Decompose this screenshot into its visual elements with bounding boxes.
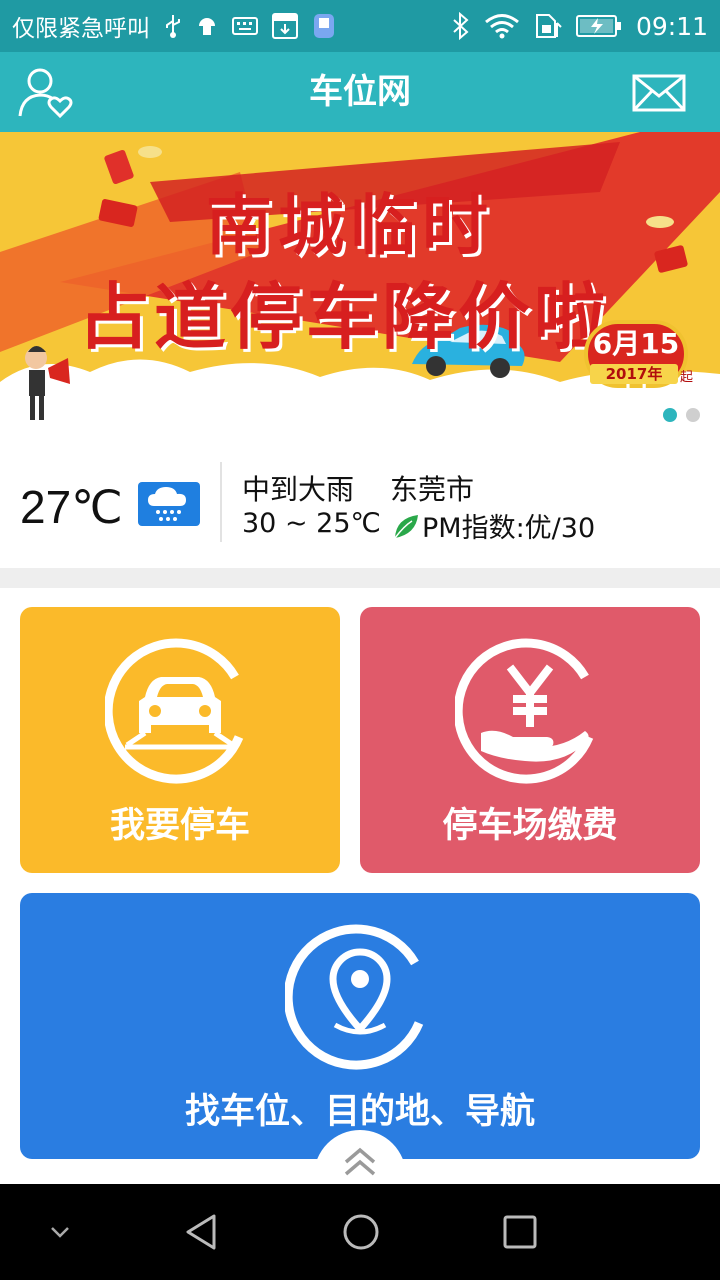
tile-label: 找车位、目的地、导航	[184, 1092, 535, 1132]
tile-label: 停车场缴费	[442, 806, 618, 846]
weather-divider	[220, 462, 222, 542]
car-icon	[105, 638, 244, 784]
badge-year: 2017年	[590, 364, 678, 384]
parking-payment-tile[interactable]: 停车场缴费	[360, 607, 700, 873]
park-car-tile[interactable]: 我要停车	[20, 607, 340, 873]
battery-charging-icon	[575, 14, 622, 38]
usb-icon	[164, 13, 182, 39]
status-bar: 仅限紧急呼叫 09:11	[0, 0, 720, 52]
weather-city: 东莞市	[390, 473, 475, 506]
tile-label: 我要停车	[109, 806, 250, 846]
double-chevron-up-icon	[344, 1147, 376, 1176]
recents-icon[interactable]	[502, 1214, 538, 1250]
app-bar: 车位网	[0, 52, 720, 132]
android-icon	[196, 14, 218, 38]
heavy-rain-icon	[138, 482, 200, 526]
location-pin-icon	[285, 924, 424, 1070]
badge-suffix: 起	[680, 370, 694, 385]
pm-index-text: PM指数:优/30	[422, 513, 596, 544]
clock: 09:11	[635, 11, 708, 41]
download-icon	[272, 13, 298, 39]
carousel-dot[interactable]	[663, 408, 677, 422]
home-icon[interactable]	[341, 1212, 381, 1252]
collapse-icon[interactable]	[48, 1224, 72, 1240]
date-badge: 6月15日 2017年 起	[584, 320, 693, 400]
promo-banner[interactable]: 南城临时 占道停车降价啦 6月15日 2017年 起	[0, 132, 720, 432]
temperature-range: 30 ~ 25℃	[242, 508, 381, 539]
banner-headline-1: 南城临时	[206, 187, 494, 264]
wifi-icon	[484, 13, 520, 39]
weather-condition: 中到大雨	[242, 473, 355, 506]
find-parking-navigation-tile[interactable]: 找车位、目的地、导航	[20, 893, 700, 1159]
weather-panel: 27℃ 中到大雨 东莞市 30 ~ 25℃ PM指数:优/30	[0, 432, 720, 568]
leaf-icon	[394, 514, 418, 538]
messages-button[interactable]	[632, 74, 686, 112]
mail-icon	[632, 74, 686, 112]
pm-index: PM指数:优/30	[392, 506, 595, 545]
bluetooth-icon	[452, 12, 470, 40]
banner-headline-2: 占道停车降价啦	[78, 275, 611, 359]
carousel-indicator	[663, 408, 700, 422]
page-title: 车位网	[309, 72, 411, 112]
carrier-text: 仅限紧急呼叫	[12, 16, 150, 42]
current-temperature: 27℃	[20, 481, 123, 533]
keyboard-icon	[232, 16, 258, 36]
section-divider	[0, 568, 720, 588]
system-nav-bar	[0, 1184, 720, 1280]
yuan-hand-icon	[455, 638, 594, 784]
back-icon[interactable]	[182, 1212, 222, 1252]
sim-icon	[534, 13, 562, 39]
sd-card-icon	[312, 13, 336, 39]
carousel-dot[interactable]	[686, 408, 700, 422]
